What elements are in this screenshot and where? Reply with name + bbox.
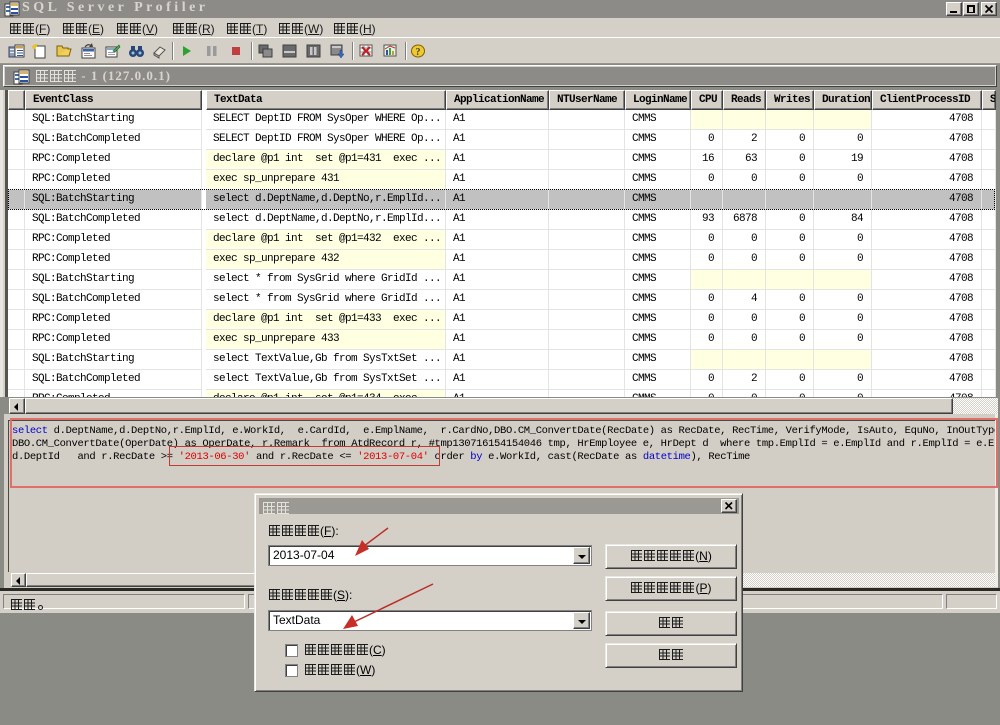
svg-text:?: ? bbox=[416, 47, 421, 58]
